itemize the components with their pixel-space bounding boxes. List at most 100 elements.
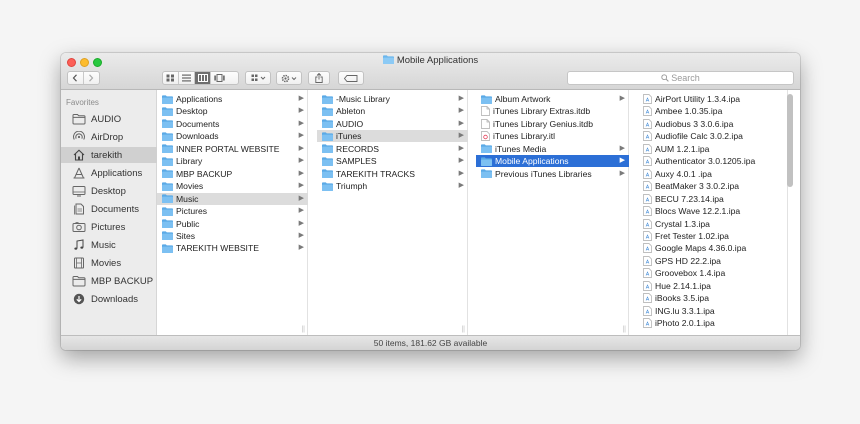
sidebar-item-label: Documents	[91, 203, 140, 215]
sidebar-item-tarekith[interactable]: tarekith	[61, 147, 157, 163]
row-label: GPS HD 22.2.ipa	[655, 255, 721, 266]
column-resize-handle[interactable]: ||	[622, 326, 626, 333]
folder-row[interactable]: TAREKITH TRACKS ▶	[317, 168, 468, 180]
file-row[interactable]: Google Maps 4.36.0.ipa	[638, 242, 788, 254]
folder-row[interactable]: AUDIO ▶	[317, 118, 468, 130]
folder-row[interactable]: iTunes ▶	[317, 130, 468, 143]
ipa-file-icon	[643, 318, 652, 328]
file-row[interactable]: Audiobus 3 3.0.6.ipa	[638, 118, 788, 130]
row-label: Public	[176, 218, 200, 229]
folder-row[interactable]: Triumph ▶	[317, 180, 468, 192]
action-button[interactable]	[276, 71, 302, 85]
downloads-icon	[72, 293, 91, 305]
sidebar-item-pictures[interactable]: Pictures	[61, 219, 157, 235]
disclosure-arrow-icon: ▶	[298, 95, 304, 102]
search-icon	[661, 74, 669, 82]
row-label: Documents	[176, 118, 220, 129]
folder-icon	[481, 94, 492, 104]
file-row[interactable]: iTunes Library Genius.itdb	[476, 118, 629, 130]
row-label: Audiobus 3 3.0.6.ipa	[655, 118, 734, 129]
sidebar-item-label: Applications	[91, 167, 143, 179]
sidebar-item-music[interactable]: Music	[61, 237, 157, 253]
folder-row[interactable]: Desktop ▶	[157, 105, 308, 117]
folder-row[interactable]: Album Artwork ▶	[476, 93, 629, 105]
folder-icon	[162, 182, 173, 191]
file-row[interactable]: iTunes Library.itl	[476, 130, 629, 142]
file-row[interactable]: Groovebox 1.4.ipa	[638, 267, 788, 279]
disclosure-arrow-icon: ▶	[458, 132, 464, 140]
file-row[interactable]: BECU 7.23.14.ipa	[638, 193, 788, 205]
folder-row[interactable]: RECORDS ▶	[317, 143, 468, 155]
folder-row[interactable]: Previous iTunes Libraries ▶	[476, 168, 629, 180]
sidebar-item-desktop[interactable]: Desktop	[61, 183, 157, 199]
row-label: iTunes Library Genius.itdb	[493, 118, 593, 129]
column-resize-handle[interactable]: ||	[461, 326, 465, 333]
file-row[interactable]: iPhoto 2.0.1.ipa	[638, 317, 788, 329]
list-view-button[interactable]	[179, 72, 195, 84]
file-row[interactable]: Ambee 1.0.35.ipa	[638, 105, 788, 117]
folder-row[interactable]: MBP BACKUP ▶	[157, 168, 308, 180]
row-label: AUDIO	[336, 118, 364, 129]
file-row[interactable]: Audiofile Calc 3.0.2.ipa	[638, 130, 788, 142]
folder-row[interactable]: Movies ▶	[157, 180, 308, 192]
forward-button[interactable]	[84, 72, 99, 84]
column-view-button[interactable]	[195, 72, 211, 84]
browser-column-2: -Music Library ▶ Ableton ▶ AUDIO ▶ iTunes ▶ RECO…	[317, 90, 468, 335]
file-row[interactable]: AirPort Utility 1.3.4.ipa	[638, 93, 788, 105]
file-row[interactable]: AUM 1.2.1.ipa	[638, 143, 788, 155]
row-label: iTunes	[336, 131, 362, 142]
vertical-scrollbar[interactable]	[787, 94, 793, 187]
gallery-view-button[interactable]	[211, 72, 227, 84]
file-row[interactable]: iBooks 3.5.ipa	[638, 292, 788, 304]
sidebar-item-airdrop[interactable]: AirDrop	[61, 129, 157, 145]
share-button[interactable]	[308, 71, 330, 85]
folder-row[interactable]: TAREKITH WEBSITE ▶	[157, 242, 308, 254]
folder-row[interactable]: Ableton ▶	[317, 105, 468, 117]
folder-row[interactable]: Sites ▶	[157, 230, 308, 242]
file-row[interactable]: BeatMaker 3 3.0.2.ipa	[638, 180, 788, 192]
file-row[interactable]: Fret Tester 1.02.ipa	[638, 230, 788, 242]
edit-tags-button[interactable]	[338, 71, 364, 85]
folder-row[interactable]: iTunes Media ▶	[476, 143, 629, 155]
folder-row[interactable]: Mobile Applications ▶	[476, 155, 629, 168]
folder-row[interactable]: Applications ▶	[157, 93, 308, 105]
sidebar-item-downloads[interactable]: Downloads	[61, 291, 157, 307]
file-row[interactable]: Authenticator 3.0.1205.ipa	[638, 155, 788, 167]
row-label: Sites	[176, 230, 196, 241]
title-bar: Mobile Applications Search	[61, 53, 800, 90]
folder-row[interactable]: Downloads ▶	[157, 130, 308, 142]
file-row[interactable]: iTunes Library Extras.itdb	[476, 105, 629, 117]
file-row[interactable]: Crystal 1.3.ipa	[638, 218, 788, 230]
sidebar-item-documents[interactable]: Documents	[61, 201, 157, 217]
disclosure-arrow-icon: ▶	[298, 107, 304, 115]
icon-view-button[interactable]	[163, 72, 179, 84]
row-label: Applications	[176, 94, 223, 104]
folder-row[interactable]: Public ▶	[157, 218, 308, 230]
disclosure-arrow-icon: ▶	[298, 194, 304, 202]
ipa-file-icon	[643, 106, 652, 117]
group-by-button[interactable]	[245, 71, 271, 85]
column-resize-handle[interactable]: ||	[301, 326, 305, 333]
sidebar-item-movies[interactable]: Movies	[61, 255, 157, 271]
file-row[interactable]: Auxy 4.0.1 .ipa	[638, 168, 788, 180]
share-icon	[315, 73, 323, 83]
file-row[interactable]: GPS HD 22.2.ipa	[638, 255, 788, 267]
file-row[interactable]: Blocs Wave 12.2.1.ipa	[638, 205, 788, 217]
ipa-file-icon	[643, 119, 652, 129]
folder-row[interactable]: Pictures ▶	[157, 205, 308, 217]
search-field[interactable]: Search	[567, 71, 794, 85]
sidebar-item-audio[interactable]: AUDIO	[61, 111, 157, 127]
folder-row[interactable]: -Music Library ▶	[317, 93, 468, 105]
folder-row[interactable]: Music ▶	[157, 192, 308, 205]
ipa-file-icon	[643, 268, 652, 279]
folder-row[interactable]: INNER PORTAL WEBSITE ▶	[157, 143, 308, 155]
sidebar-item-mbp-backup[interactable]: MBP BACKUP	[61, 273, 157, 289]
sidebar-item-applications[interactable]: Applications	[61, 165, 157, 181]
file-row[interactable]: ING.lu 3.3.1.ipa	[638, 305, 788, 317]
chevron-left-icon	[72, 74, 78, 82]
back-button[interactable]	[68, 72, 84, 84]
folder-row[interactable]: SAMPLES ▶	[317, 155, 468, 167]
file-row[interactable]: Hue 2.14.1.ipa	[638, 280, 788, 292]
folder-row[interactable]: Library ▶	[157, 155, 308, 167]
folder-row[interactable]: Documents ▶	[157, 118, 308, 130]
